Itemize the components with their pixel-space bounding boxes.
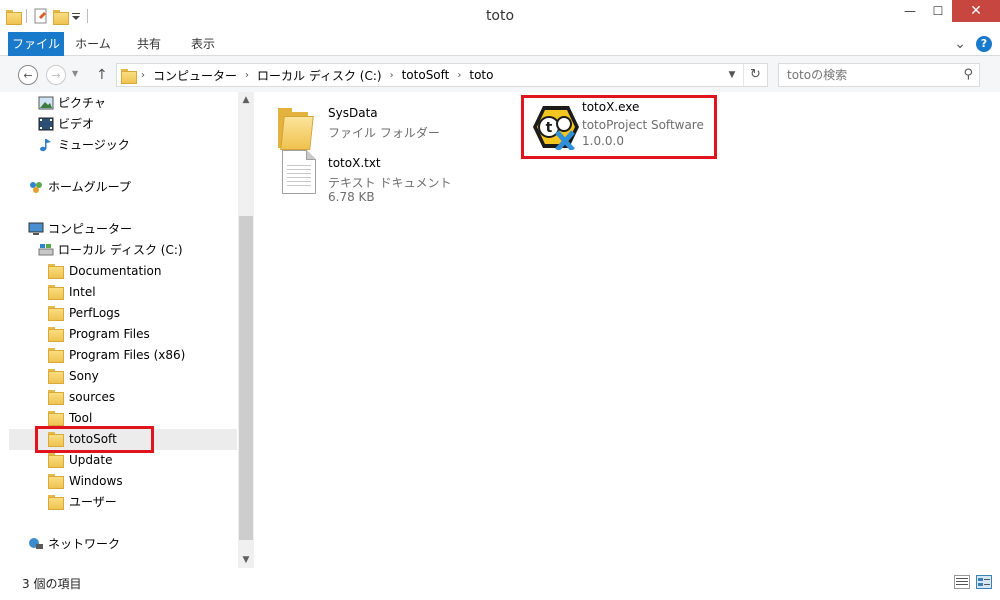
nav-folder-perflogs[interactable]: PerfLogs <box>0 303 238 324</box>
nav-item-pictures[interactable]: ピクチャ <box>0 93 238 114</box>
network-icon <box>29 538 43 549</box>
folder-icon <box>48 453 64 468</box>
breadcrumb-toto[interactable]: toto <box>469 68 493 82</box>
file-item-sysdata[interactable]: SysData ファイル フォルダー <box>256 100 496 156</box>
chevron-right-icon[interactable]: › <box>457 70 461 81</box>
search-box[interactable]: ⚲ <box>778 63 980 87</box>
chevron-right-icon[interactable]: › <box>141 70 145 81</box>
nav-scrollbar[interactable]: ▲ ▼ <box>238 92 254 568</box>
tab-view[interactable]: 表示 <box>178 32 228 56</box>
minimize-button[interactable]: — <box>896 0 924 22</box>
tab-home[interactable]: ホーム <box>66 32 120 56</box>
folder-icon <box>48 390 64 405</box>
scroll-down-arrow-icon[interactable]: ▼ <box>238 552 254 568</box>
drive-icon <box>38 244 54 256</box>
search-icon[interactable]: ⚲ <box>963 67 973 82</box>
scroll-up-arrow-icon[interactable]: ▲ <box>238 92 254 108</box>
file-name: SysData <box>328 106 378 120</box>
recent-locations-icon[interactable]: ▼ <box>72 69 78 78</box>
file-size: 6.78 KB <box>328 190 375 204</box>
nav-item-videos[interactable]: ビデオ <box>0 114 238 135</box>
nav-item-homegroup[interactable]: ホームグループ <box>0 177 238 198</box>
nav-folder-sources[interactable]: sources <box>0 387 238 408</box>
file-name: totoX.txt <box>328 156 381 170</box>
maximize-button[interactable]: ☐ <box>924 0 952 22</box>
up-button[interactable]: ↑ <box>96 65 110 85</box>
nav-item-network[interactable]: ネットワーク <box>0 534 238 555</box>
address-row: ← → ▼ ↑ › コンピューター › ローカル ディスク (C:) › tot… <box>0 56 1000 92</box>
folder-icon <box>48 327 64 342</box>
computer-icon <box>28 222 44 235</box>
folder-icon <box>48 369 64 384</box>
search-input[interactable] <box>779 64 949 86</box>
chevron-right-icon[interactable]: › <box>390 70 394 81</box>
address-bar[interactable]: › コンピューター › ローカル ディスク (C:) › totoSoft › … <box>116 63 768 87</box>
folder-icon <box>48 348 64 363</box>
window-controls: — ☐ ✕ <box>896 0 1000 22</box>
folder-icon <box>48 306 64 321</box>
nav-folder-users[interactable]: ユーザー <box>0 492 238 513</box>
folder-icon <box>48 474 64 489</box>
videos-icon <box>38 117 54 131</box>
nav-folder-windows[interactable]: Windows <box>0 471 238 492</box>
expand-ribbon-icon[interactable]: ⌄ <box>954 36 966 52</box>
address-dropdown-icon[interactable]: ▼ <box>725 64 739 86</box>
title-bar: toto — ☐ ✕ <box>0 0 1000 32</box>
folder-icon <box>48 411 64 426</box>
help-icon[interactable]: ? <box>976 36 992 52</box>
folder-icon <box>48 495 64 510</box>
breadcrumb-local-disk[interactable]: ローカル ディスク (C:) <box>257 67 382 84</box>
nav-folder-intel[interactable]: Intel <box>0 282 238 303</box>
tiles-view-icon[interactable] <box>976 575 992 589</box>
close-button[interactable]: ✕ <box>952 0 1000 22</box>
folder-icon <box>48 285 64 300</box>
music-icon <box>40 139 51 152</box>
tab-share[interactable]: 共有 <box>122 32 176 56</box>
nav-folder-documentation[interactable]: Documentation <box>0 261 238 282</box>
text-document-icon <box>282 150 316 194</box>
file-item-totox-txt[interactable]: totoX.txt テキスト ドキュメント 6.78 KB <box>256 150 496 206</box>
pictures-icon <box>38 96 54 110</box>
nav-folder-program-files-x86[interactable]: Program Files (x86) <box>0 345 238 366</box>
forward-button[interactable]: → <box>46 65 66 85</box>
folder-icon <box>121 68 137 84</box>
homegroup-icon <box>30 182 42 193</box>
nav-folder-sony[interactable]: Sony <box>0 366 238 387</box>
nav-item-local-disk[interactable]: ローカル ディスク (C:) <box>0 240 238 261</box>
file-type: ファイル フォルダー <box>328 126 440 140</box>
folder-icon <box>276 104 314 150</box>
ribbon-tabs: ファイル ホーム 共有 表示 ⌄ ? <box>0 32 1000 88</box>
details-view-icon[interactable] <box>954 575 970 589</box>
item-count: 3 個の項目 <box>22 577 82 591</box>
chevron-right-icon[interactable]: › <box>245 70 249 81</box>
window-title: toto <box>485 8 515 24</box>
refresh-button[interactable]: ↻ <box>743 64 767 86</box>
scroll-thumb[interactable] <box>239 216 253 540</box>
status-bar: 3 個の項目 <box>0 568 1000 600</box>
highlight-totosoft <box>35 426 154 453</box>
nav-folder-update[interactable]: Update <box>0 450 238 471</box>
file-type: テキスト ドキュメント <box>328 176 452 190</box>
file-list: SysData ファイル フォルダー totoX.txt テキスト ドキュメント… <box>256 92 1000 568</box>
breadcrumb-computer[interactable]: コンピューター <box>153 67 237 84</box>
highlight-totox-exe <box>521 95 717 159</box>
navigation-pane: ピクチャ ビデオ ミュージック ホームグループ コンピューター ローカル ディス… <box>0 92 238 568</box>
back-button[interactable]: ← <box>18 65 38 85</box>
nav-item-computer[interactable]: コンピューター <box>0 219 238 240</box>
folder-icon <box>48 264 64 279</box>
nav-folder-program-files[interactable]: Program Files <box>0 324 238 345</box>
explorer-window: toto — ☐ ✕ ファイル ホーム 共有 表示 ⌄ ? ← → ▼ ↑ › … <box>0 0 1000 600</box>
breadcrumb-totosoft[interactable]: totoSoft <box>402 68 450 82</box>
nav-item-music[interactable]: ミュージック <box>0 135 238 156</box>
